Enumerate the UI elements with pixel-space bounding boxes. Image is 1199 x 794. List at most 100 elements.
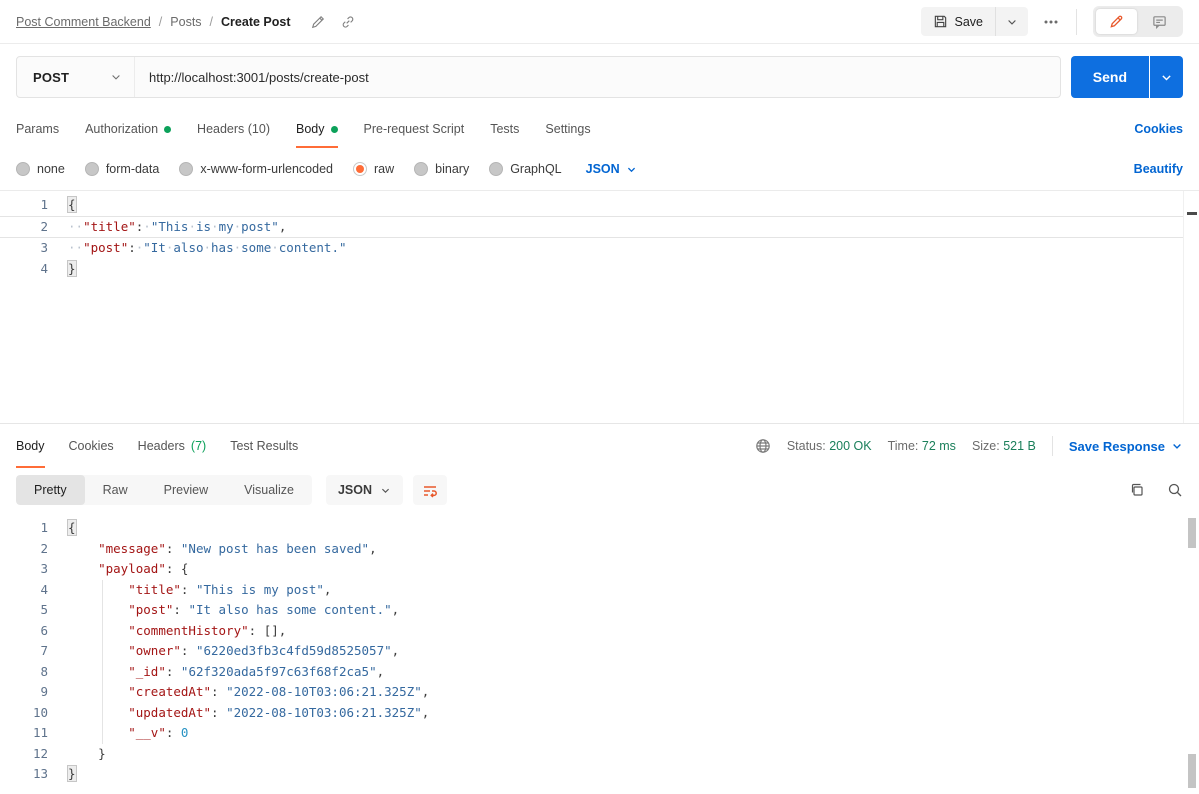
view-tab-visualize[interactable]: Visualize bbox=[226, 475, 312, 505]
line-number: 5 bbox=[40, 602, 48, 617]
line-content: "post": "It also has some content.", bbox=[48, 600, 1199, 621]
request-tabs: Params Authorization Headers (10) Body Pre-r… bbox=[16, 110, 591, 148]
breadcrumb-separator: / bbox=[209, 14, 214, 29]
save-response-button[interactable]: Save Response bbox=[1069, 439, 1183, 454]
code-line[interactable]: 13} bbox=[0, 764, 1199, 785]
header-actions: Save bbox=[920, 6, 1183, 37]
request-tab-tests[interactable]: Tests bbox=[490, 110, 519, 148]
code-line[interactable]: 7 "owner": "6220ed3fb3c4fd59d8525057", bbox=[0, 641, 1199, 662]
code-line[interactable]: 3 "payload": { bbox=[0, 559, 1199, 580]
tab-label: Settings bbox=[545, 122, 591, 136]
code-line[interactable]: 6 "commentHistory": [], bbox=[0, 620, 1199, 641]
tab-label: Headers bbox=[137, 439, 185, 453]
link-icon[interactable] bbox=[341, 15, 355, 29]
body-mode-raw[interactable]: raw bbox=[353, 162, 394, 176]
request-body-editor[interactable]: 1{2 ··"title":·"This·is·my·post", 3 ··"post… bbox=[0, 190, 1199, 423]
breadcrumb-folder[interactable]: Posts bbox=[170, 15, 201, 29]
response-tabs: Body Cookies Headers (7) Test Results bbox=[16, 424, 298, 468]
code-line[interactable]: 4} bbox=[0, 259, 1199, 280]
request-tabs-row: Params Authorization Headers (10) Body Pre-r… bbox=[0, 110, 1199, 148]
search-icon[interactable] bbox=[1167, 482, 1183, 498]
response-toolbar: Pretty Raw Preview Visualize JSON bbox=[0, 468, 1199, 512]
save-button-label: Save bbox=[954, 14, 984, 29]
line-content: "title": "This is my post", bbox=[48, 579, 1199, 600]
chevron-down-icon bbox=[1162, 74, 1171, 81]
code-line[interactable]: 5 "post": "It also has some content.", bbox=[0, 600, 1199, 621]
code-line[interactable]: 1{ bbox=[0, 195, 1199, 216]
response-tab-body[interactable]: Body bbox=[16, 424, 45, 468]
code-line[interactable]: 2 ··"title":·"This·is·my·post", bbox=[0, 215, 1199, 238]
request-tab-settings[interactable]: Settings bbox=[545, 110, 590, 148]
tab-label: Cookies bbox=[68, 439, 114, 453]
tab-label: Params bbox=[16, 122, 60, 136]
response-tab-test-results[interactable]: Test Results bbox=[230, 424, 298, 468]
beautify-link[interactable]: Beautify bbox=[1134, 162, 1183, 176]
request-tab-params[interactable]: Params bbox=[16, 110, 59, 148]
view-tab-pretty[interactable]: Pretty bbox=[16, 475, 85, 505]
response-tab-headers[interactable]: Headers (7) bbox=[138, 424, 207, 468]
request-tab-pre-request-script[interactable]: Pre-request Script bbox=[364, 110, 465, 148]
code-line[interactable]: 1{ bbox=[0, 518, 1199, 539]
request-tab-authorization[interactable]: Authorization bbox=[85, 110, 172, 148]
body-mode-form-data[interactable]: form-data bbox=[84, 162, 159, 176]
code-line[interactable]: 9 "createdAt": "2022-08-10T03:06:21.325Z… bbox=[0, 682, 1199, 703]
code-line[interactable]: 3 ··"post":·"It·also·has·some·content." bbox=[0, 238, 1199, 259]
copy-icon[interactable] bbox=[1129, 482, 1145, 498]
wrap-text-button[interactable] bbox=[413, 475, 447, 505]
cookies-link[interactable]: Cookies bbox=[1134, 122, 1183, 136]
response-meta: Status: 200 OK Time: 72 ms Size: 521 B S… bbox=[755, 436, 1183, 456]
size-value: 521 B bbox=[1003, 439, 1036, 453]
header-divider bbox=[1076, 8, 1077, 35]
body-mode-binary[interactable]: binary bbox=[414, 162, 469, 176]
breadcrumb-collection[interactable]: Post Comment Backend bbox=[16, 15, 151, 29]
request-language-select[interactable]: JSON bbox=[586, 162, 637, 176]
editor-overview-ruler[interactable] bbox=[1183, 191, 1199, 423]
body-modes: none form-data x-www-form-urlencoded raw bin… bbox=[16, 162, 562, 176]
indent-guide bbox=[102, 702, 104, 723]
scrollbar-thumb[interactable] bbox=[1188, 518, 1196, 548]
network-globe-icon[interactable] bbox=[755, 438, 771, 454]
save-options-button[interactable] bbox=[996, 7, 1028, 36]
comments-button[interactable] bbox=[1139, 9, 1180, 34]
line-content: { bbox=[67, 196, 77, 213]
response-tab-cookies[interactable]: Cookies bbox=[69, 424, 114, 468]
time-value: 72 ms bbox=[921, 439, 956, 453]
code-line[interactable]: 11 "__v": 0 bbox=[0, 723, 1199, 744]
chevron-down-icon bbox=[112, 75, 120, 80]
body-mode-none[interactable]: none bbox=[16, 162, 65, 176]
chevron-down-icon bbox=[627, 167, 635, 172]
line-content: } bbox=[98, 745, 106, 761]
code-line[interactable]: 8 "_id": "62f320ada5f97c63f68f2ca5", bbox=[0, 661, 1199, 682]
scrollbar-thumb[interactable] bbox=[1188, 754, 1196, 788]
request-tab-body[interactable]: Body bbox=[296, 110, 338, 148]
code-line[interactable]: 10 "updatedAt": "2022-08-10T03:06:21.325… bbox=[0, 702, 1199, 723]
body-mode-x-www-form-urlencoded[interactable]: x-www-form-urlencoded bbox=[179, 162, 333, 176]
send-split-button: Send bbox=[1070, 56, 1183, 98]
url-field: POST http://localhost:3001/posts/create-… bbox=[16, 56, 1061, 98]
view-tab-raw[interactable]: Raw bbox=[85, 475, 146, 505]
url-builder-row: POST http://localhost:3001/posts/create-… bbox=[0, 44, 1199, 110]
rename-edit-icon[interactable] bbox=[311, 15, 325, 29]
url-input[interactable]: http://localhost:3001/posts/create-post bbox=[135, 57, 1060, 97]
request-tab-headers[interactable]: Headers (10) bbox=[197, 110, 270, 148]
line-number: 4 bbox=[40, 581, 48, 597]
view-tab-preview[interactable]: Preview bbox=[146, 475, 226, 505]
send-options-button[interactable] bbox=[1150, 56, 1183, 98]
documentation-edit-button[interactable] bbox=[1096, 9, 1137, 34]
response-language-select[interactable]: JSON bbox=[325, 475, 403, 505]
code-line[interactable]: 12 } bbox=[0, 744, 1199, 765]
line-number: 11 bbox=[32, 725, 48, 740]
code-line[interactable]: 4 "title": "This is my post", bbox=[0, 579, 1199, 600]
comment-icon bbox=[1153, 16, 1166, 29]
chevron-down-icon bbox=[381, 488, 390, 493]
more-actions-button[interactable] bbox=[1042, 14, 1060, 30]
status-dot-icon bbox=[164, 125, 172, 133]
code-line[interactable]: 2 "message": "New post has been saved", bbox=[0, 539, 1199, 560]
body-mode-graphql[interactable]: GraphQL bbox=[489, 162, 562, 176]
method-select[interactable]: POST bbox=[17, 57, 135, 97]
response-scrollbar[interactable] bbox=[1187, 512, 1197, 794]
status-value: 200 OK bbox=[829, 439, 872, 453]
response-body-editor[interactable]: 1{2 "message": "New post has been saved"… bbox=[0, 512, 1199, 794]
send-button[interactable]: Send bbox=[1070, 56, 1149, 98]
save-button[interactable]: Save bbox=[921, 7, 996, 36]
